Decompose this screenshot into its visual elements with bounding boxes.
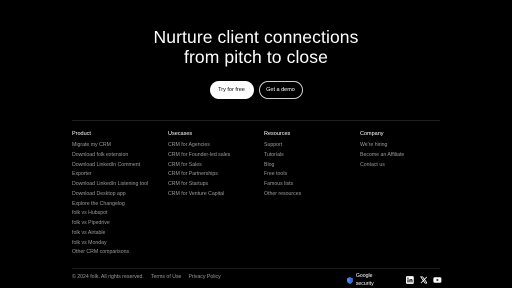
x-icon[interactable] xyxy=(419,276,428,284)
column-heading: Company xyxy=(360,131,384,137)
footer-link[interactable]: CRM for Startups xyxy=(168,180,258,190)
footer-link[interactable]: folk vs Airtable xyxy=(72,229,162,239)
footer-link[interactable]: CRM for Founder-led sales xyxy=(168,151,258,161)
bottom-divider xyxy=(72,268,440,269)
footer-column-usecases: Usecases CRM for Agencies CRM for Founde… xyxy=(168,130,258,200)
footer-link[interactable]: folk vs Monday xyxy=(72,239,162,249)
hero-title-line-1: Nurture client connections xyxy=(153,27,359,47)
footer-link[interactable]: Exporter xyxy=(72,170,162,180)
footer-link[interactable]: Free tools xyxy=(264,170,354,180)
footer-column-product: Product Migrate my CRM Download folk ext… xyxy=(72,130,162,258)
footer-link[interactable]: Other resources xyxy=(264,190,354,200)
youtube-icon[interactable] xyxy=(433,276,442,284)
column-heading: Usecases xyxy=(168,131,193,137)
footer-link[interactable]: folk vs Pipedrive xyxy=(72,219,162,229)
footer-right: Google security xyxy=(347,272,442,288)
terms-link[interactable]: Terms of Use xyxy=(151,273,182,281)
footer-link[interactable]: Become an Affiliate xyxy=(360,151,450,161)
footer-link[interactable]: Explore the Changelog xyxy=(72,200,162,210)
footer-column-resources: Resources Support Tutorials Blog Free to… xyxy=(264,130,354,200)
footer-link[interactable]: Download Desktop app xyxy=(72,190,162,200)
footer-link[interactable]: Blog xyxy=(264,161,354,171)
google-security-badge[interactable]: Google security xyxy=(347,272,391,288)
privacy-link[interactable]: Privacy Policy xyxy=(188,273,220,281)
footer-link[interactable]: CRM for Sales xyxy=(168,161,258,171)
try-for-free-button[interactable]: Try for free xyxy=(209,81,254,99)
shield-icon xyxy=(347,276,353,284)
footer-link[interactable]: Tutorials xyxy=(264,151,354,161)
footer-link[interactable]: folk vs Hubspot xyxy=(72,209,162,219)
legal-links: © 2024 folk. All rights reserved. Terms … xyxy=(72,273,221,281)
cta-row: Try for free Get a demo xyxy=(0,81,512,99)
column-heading: Resources xyxy=(264,131,291,137)
copyright-text: © 2024 folk. All rights reserved. xyxy=(72,274,144,280)
footer-link[interactable]: We're hiring xyxy=(360,141,450,151)
footer-columns: Product Migrate my CRM Download folk ext… xyxy=(72,130,442,260)
column-heading: Product xyxy=(72,131,91,137)
google-security-label: Google security xyxy=(355,273,374,287)
footer-link[interactable]: Download folk extension xyxy=(72,151,162,161)
footer-link[interactable]: Contact us xyxy=(360,161,450,171)
hero-title-line-2: from pitch to close xyxy=(184,47,328,67)
footer-link[interactable]: Famous lists xyxy=(264,180,354,190)
hero-title: Nurture client connections from pitch to… xyxy=(0,27,512,67)
footer-link[interactable]: CRM for Agencies xyxy=(168,141,258,151)
footer-link[interactable]: Support xyxy=(264,141,354,151)
footer-link[interactable]: CRM for Partnerships xyxy=(168,170,258,180)
get-a-demo-button[interactable]: Get a demo xyxy=(258,81,303,99)
footer-link[interactable]: Download LinkedIn Listening tool xyxy=(72,180,162,190)
footer-divider xyxy=(72,120,440,121)
footer-link[interactable]: Download LinkedIn Comment xyxy=(72,161,162,171)
footer-link[interactable]: Migrate my CRM xyxy=(72,141,162,151)
footer-column-company: Company We're hiring Become an Affiliate… xyxy=(360,130,450,170)
footer-link[interactable]: CRM for Venture Capital xyxy=(168,190,258,200)
linkedin-icon[interactable] xyxy=(405,276,414,284)
footer-link[interactable]: Other CRM comparisons xyxy=(72,248,162,258)
